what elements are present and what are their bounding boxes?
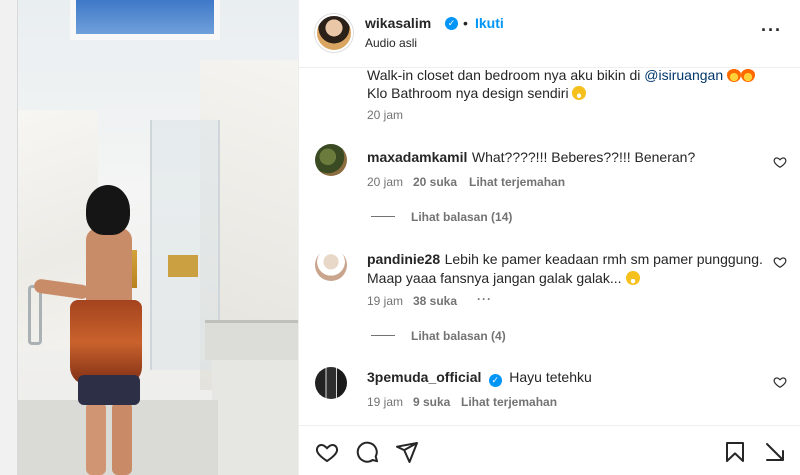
caption-text-2: Klo Bathroom nya design sendiri bbox=[367, 85, 569, 101]
comment-likes[interactable]: 9 suka bbox=[413, 395, 450, 409]
grin-emoji-icon bbox=[572, 86, 587, 100]
caption-time: 20 jam bbox=[367, 108, 404, 122]
post-header: wikasalim ✓ • Ikuti Audio asli ··· bbox=[299, 0, 800, 68]
post-caption: Walk-in closet dan bedroom nya aku bikin… bbox=[367, 66, 787, 102]
avatar[interactable] bbox=[315, 249, 347, 281]
comment-icon[interactable] bbox=[355, 440, 379, 464]
video-person-leg bbox=[112, 402, 132, 475]
comment: 3pemuda_official ✓ Hayu tetehku bbox=[367, 368, 767, 387]
comment-username[interactable]: maxadamkamil bbox=[367, 149, 467, 165]
action-bar bbox=[299, 425, 800, 475]
video-wall bbox=[0, 0, 18, 475]
comment-username[interactable]: pandinie28 bbox=[367, 251, 440, 267]
comment: maxadamkamil What????!!! Beberes??!!! Be… bbox=[367, 148, 767, 167]
video-person-shorts bbox=[78, 375, 140, 405]
video-skylight bbox=[70, 0, 220, 40]
heart-icon[interactable] bbox=[773, 375, 787, 389]
post-username[interactable]: wikasalim bbox=[365, 15, 431, 31]
expand-icon[interactable] bbox=[763, 440, 787, 464]
comment-text: Hayu tetehku bbox=[509, 369, 592, 385]
caption-line-1: Walk-in closet dan bedroom nya aku bikin… bbox=[367, 66, 787, 84]
translate-link[interactable]: Lihat terjemahan bbox=[461, 395, 557, 409]
share-icon[interactable] bbox=[395, 440, 419, 464]
comment-time: 19 jam bbox=[367, 294, 404, 308]
view-replies-button[interactable]: Lihat balasan (4) bbox=[411, 329, 506, 343]
follow-button[interactable]: Ikuti bbox=[475, 15, 504, 31]
caption-mention[interactable]: @isiruangan bbox=[644, 67, 723, 83]
heart-icon[interactable] bbox=[773, 255, 787, 269]
bookmark-icon[interactable] bbox=[723, 440, 747, 464]
avatar[interactable] bbox=[315, 14, 353, 52]
video-door-handle bbox=[28, 285, 42, 345]
comment-text: What????!!! Beberes??!!! Beneran? bbox=[471, 149, 696, 165]
separator-dot: • bbox=[463, 15, 468, 31]
comment-likes[interactable]: 38 suka bbox=[413, 294, 457, 308]
reply-divider bbox=[371, 335, 395, 336]
avatar[interactable] bbox=[315, 367, 347, 399]
video-person-leg bbox=[86, 402, 106, 475]
comment-time: 19 jam bbox=[367, 395, 404, 409]
post-panel: wikasalim ✓ • Ikuti Audio asli ··· Walk-… bbox=[298, 0, 800, 475]
fire-emoji-icon bbox=[727, 68, 741, 82]
view-replies-button[interactable]: Lihat balasan (14) bbox=[411, 210, 512, 224]
avatar[interactable] bbox=[315, 144, 347, 176]
audio-label[interactable]: Audio asli bbox=[365, 36, 417, 50]
heart-icon[interactable] bbox=[315, 440, 339, 464]
post-video[interactable] bbox=[0, 0, 298, 475]
translate-link[interactable]: Lihat terjemahan bbox=[469, 175, 565, 189]
video-shower-niche bbox=[168, 255, 198, 277]
verified-icon: ✓ bbox=[488, 374, 502, 387]
more-icon[interactable]: ··· bbox=[761, 20, 782, 41]
caption-line-2: Klo Bathroom nya design sendiri bbox=[367, 84, 787, 102]
video-person-hair bbox=[86, 185, 130, 235]
reply-divider bbox=[371, 216, 395, 217]
comment-time: 20 jam bbox=[367, 175, 404, 189]
grimace-emoji-icon bbox=[625, 271, 640, 285]
video-person-dress bbox=[70, 300, 142, 385]
caption-text: Walk-in closet dan bedroom nya aku bikin… bbox=[367, 67, 645, 83]
video-cabinet bbox=[212, 360, 298, 475]
comment-username[interactable]: 3pemuda_official bbox=[367, 369, 481, 385]
heart-icon[interactable] bbox=[773, 155, 787, 169]
comment-likes[interactable]: 20 suka bbox=[413, 175, 457, 189]
comment: pandinie28 Lebih ke pamer keadaan rmh sm… bbox=[367, 250, 765, 288]
comment-more-icon[interactable]: ··· bbox=[477, 292, 492, 306]
fire-emoji-icon bbox=[741, 68, 755, 82]
video-counter bbox=[205, 320, 298, 360]
verified-icon: ✓ bbox=[445, 17, 458, 30]
